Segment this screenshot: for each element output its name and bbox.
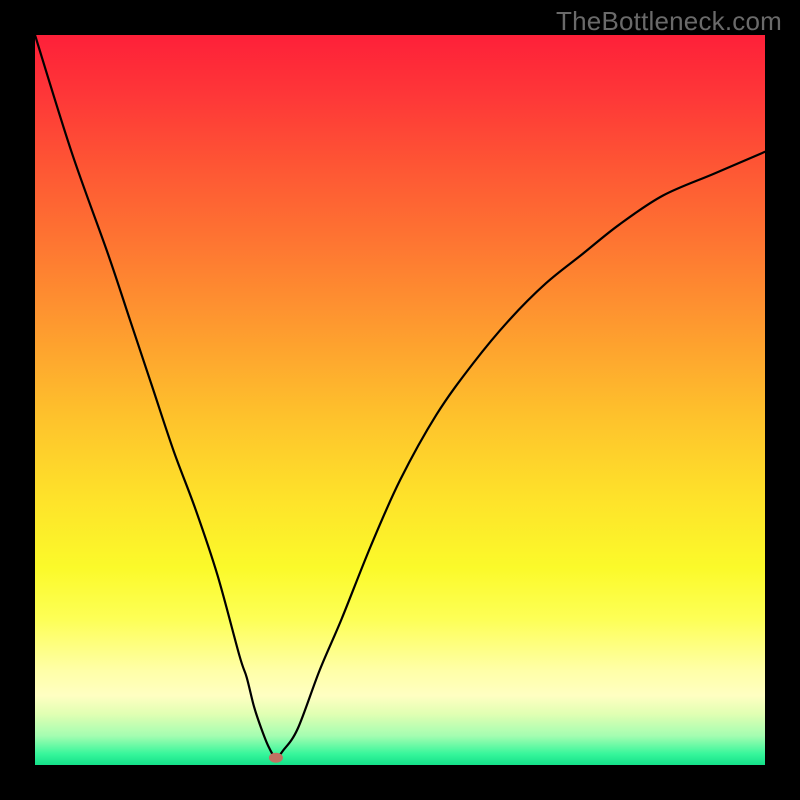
chart-container: TheBottleneck.com <box>0 0 800 800</box>
bottleneck-chart <box>0 0 800 800</box>
watermark-text: TheBottleneck.com <box>556 6 782 37</box>
chart-plot-background <box>35 35 765 765</box>
chart-marker <box>269 753 283 763</box>
